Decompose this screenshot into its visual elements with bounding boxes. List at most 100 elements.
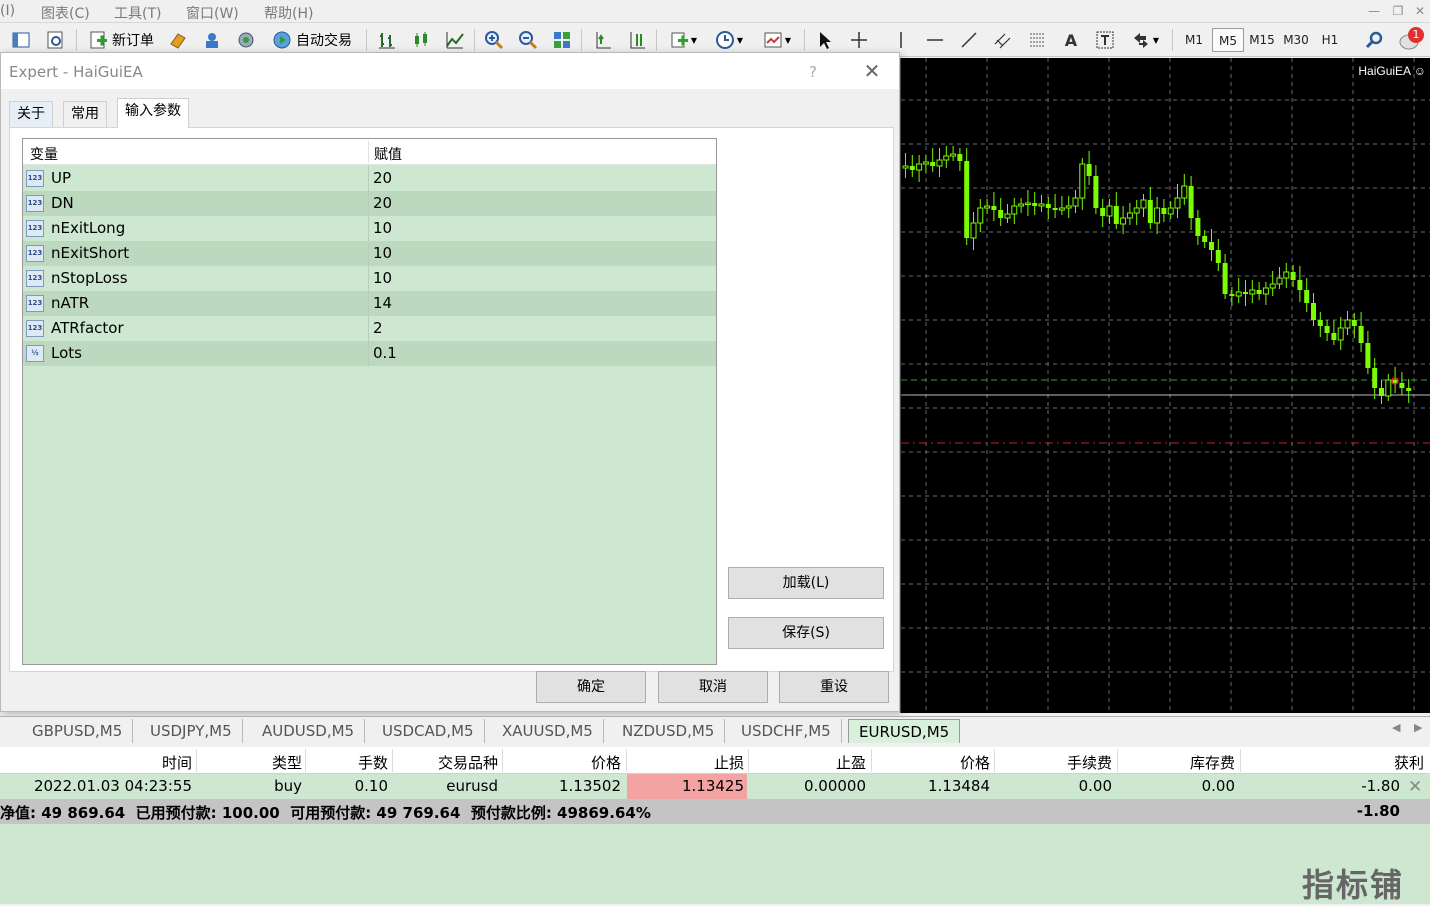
column-time[interactable]: 时间 xyxy=(162,752,192,773)
column-stop-loss[interactable]: 止损 xyxy=(714,752,744,773)
param-value[interactable]: 20 xyxy=(373,169,392,187)
column-lots[interactable]: 手数 xyxy=(358,752,388,773)
timeframe-m15[interactable]: M15 xyxy=(1246,28,1278,52)
zoom-in-icon[interactable] xyxy=(481,27,507,53)
close-order-icon[interactable]: ✕ xyxy=(1408,777,1422,797)
text-tool-icon[interactable]: A xyxy=(1058,27,1084,53)
tile-windows-icon[interactable] xyxy=(549,27,575,53)
column-commission[interactable]: 手续费 xyxy=(1067,752,1112,773)
chart-shift-icon[interactable] xyxy=(624,27,650,53)
scroll-right-icon[interactable]: ▶ xyxy=(1414,721,1422,734)
chart-tab-audusd[interactable]: AUDUSD,M5 xyxy=(252,719,366,743)
tab-about[interactable]: 关于 xyxy=(9,101,53,127)
ok-button[interactable]: 确定 xyxy=(536,671,646,703)
signals-icon[interactable] xyxy=(233,27,259,53)
chart-tab-usdchf[interactable]: USDCHF,M5 xyxy=(731,719,842,743)
tab-common[interactable]: 常用 xyxy=(63,101,107,127)
param-value[interactable]: 10 xyxy=(373,269,392,287)
column-value[interactable]: 赋值 xyxy=(374,144,402,164)
column-swap[interactable]: 库存费 xyxy=(1190,752,1235,773)
param-row-natr[interactable]: 123 nATR 14 xyxy=(23,291,716,316)
dialog-close-icon[interactable]: ✕ xyxy=(861,59,883,83)
params-table[interactable]: 变量 赋值 123 UP 20 123 DN 20 123 nExitLong 10 123 nEx… xyxy=(22,138,717,665)
param-row-atrfactor[interactable]: 123 ATRfactor 2 xyxy=(23,316,716,341)
text-label-icon[interactable] xyxy=(1092,27,1118,53)
chart-tab-eurusd[interactable]: EURUSD,M5 xyxy=(848,719,961,743)
reset-button[interactable]: 重设 xyxy=(779,671,889,703)
chart-tab-usdcad[interactable]: USDCAD,M5 xyxy=(372,719,485,743)
indicators-dropdown[interactable]: ▼ xyxy=(665,27,701,53)
column-open-price[interactable]: 价格 xyxy=(591,752,621,773)
chart-tab-gbpusd[interactable]: GBPUSD,M5 xyxy=(22,719,134,743)
param-value[interactable]: 14 xyxy=(373,294,392,312)
fibonacci-icon[interactable] xyxy=(1024,27,1050,53)
load-button[interactable]: 加载(L) xyxy=(728,567,884,599)
periods-dropdown[interactable]: ▼ xyxy=(709,27,749,53)
save-button[interactable]: 保存(S) xyxy=(728,617,884,649)
scroll-left-icon[interactable]: ◀ xyxy=(1392,721,1400,734)
param-value[interactable]: 10 xyxy=(373,244,392,262)
table-row[interactable]: 2022.01.03 04:23:55 buy 0.10 eurusd 1.13… xyxy=(0,774,1430,799)
templates-dropdown[interactable]: ▼ xyxy=(757,27,797,53)
param-row-dn[interactable]: 123 DN 20 xyxy=(23,191,716,216)
param-row-up[interactable]: 123 UP 20 xyxy=(23,166,716,191)
close-icon[interactable]: ✕ xyxy=(1410,2,1430,20)
notifications-button[interactable]: 1 xyxy=(1396,27,1426,53)
help-button[interactable]: ? xyxy=(809,63,817,81)
horizontal-line-icon[interactable] xyxy=(922,27,948,53)
column-price[interactable]: 价格 xyxy=(960,752,990,773)
chart-tab-nzdusd[interactable]: NZDUSD,M5 xyxy=(612,719,726,743)
params-header: 变量 赋值 xyxy=(23,139,716,165)
column-variable[interactable]: 变量 xyxy=(30,144,58,164)
vertical-line-icon[interactable] xyxy=(888,27,914,53)
column-type[interactable]: 类型 xyxy=(272,752,302,773)
tab-inputs[interactable]: 输入参数 xyxy=(117,98,189,128)
search-icon[interactable] xyxy=(1362,27,1386,53)
timeframe-h1[interactable]: H1 xyxy=(1314,28,1346,52)
editor-icon[interactable] xyxy=(165,27,191,53)
bar-chart-icon[interactable] xyxy=(374,27,400,53)
trade-profit: -1.80 xyxy=(1361,777,1400,795)
param-value[interactable]: 0.1 xyxy=(373,344,397,362)
crosshair-icon[interactable] xyxy=(846,27,872,53)
timeframe-m1[interactable]: M1 xyxy=(1178,28,1210,52)
param-row-nexitshort[interactable]: 123 nExitShort 10 xyxy=(23,241,716,266)
data-window-icon[interactable] xyxy=(42,27,68,53)
line-chart-icon[interactable] xyxy=(442,27,468,53)
cancel-button[interactable]: 取消 xyxy=(658,671,768,703)
menu-item-tools[interactable]: 工具(T) xyxy=(114,3,161,23)
new-order-button[interactable]: 新订单 xyxy=(84,27,158,53)
column-symbol[interactable]: 交易品种 xyxy=(438,752,498,773)
auto-scroll-icon[interactable] xyxy=(590,27,616,53)
column-take-profit[interactable]: 止盈 xyxy=(836,752,866,773)
chart-tab-xauusd[interactable]: XAUUSD,M5 xyxy=(492,719,604,743)
restore-icon[interactable]: ❐ xyxy=(1388,2,1408,20)
menu-item-help[interactable]: 帮助(H) xyxy=(264,3,313,23)
candlestick-chart-icon[interactable] xyxy=(408,27,434,53)
trendline-icon[interactable] xyxy=(956,27,982,53)
chart-tab-usdjpy[interactable]: USDJPY,M5 xyxy=(140,719,243,743)
menu-item-charts[interactable]: 图表(C) xyxy=(41,3,90,23)
zoom-out-icon[interactable] xyxy=(515,27,541,53)
cursor-tool-icon[interactable] xyxy=(812,27,838,53)
autotrade-button[interactable]: 自动交易 xyxy=(266,27,358,53)
timeframe-m5[interactable]: M5 xyxy=(1212,28,1244,52)
market-watch-icon[interactable] xyxy=(8,27,34,53)
param-row-nexitlong[interactable]: 123 nExitLong 10 xyxy=(23,216,716,241)
column-profit[interactable]: 获利 xyxy=(1394,752,1424,773)
price-chart[interactable]: HaiGuiEA ☺ xyxy=(900,58,1430,713)
param-value[interactable]: 20 xyxy=(373,194,392,212)
param-row-lots[interactable]: ½ Lots 0.1 xyxy=(23,341,716,366)
minimize-icon[interactable]: — xyxy=(1364,2,1384,20)
menu-item-i[interactable]: (I) xyxy=(0,3,15,19)
menu-item-window[interactable]: 窗口(W) xyxy=(186,3,239,23)
arrows-dropdown[interactable]: ▼ xyxy=(1126,27,1164,53)
param-value[interactable]: 10 xyxy=(373,219,392,237)
channel-icon[interactable] xyxy=(990,27,1016,53)
param-value[interactable]: 2 xyxy=(373,319,383,337)
community-icon[interactable] xyxy=(199,27,225,53)
chevron-down-icon: ▼ xyxy=(784,35,792,45)
param-row-nstoploss[interactable]: 123 nStopLoss 10 xyxy=(23,266,716,291)
chevron-down-icon: ▼ xyxy=(736,35,744,45)
timeframe-m30[interactable]: M30 xyxy=(1280,28,1312,52)
